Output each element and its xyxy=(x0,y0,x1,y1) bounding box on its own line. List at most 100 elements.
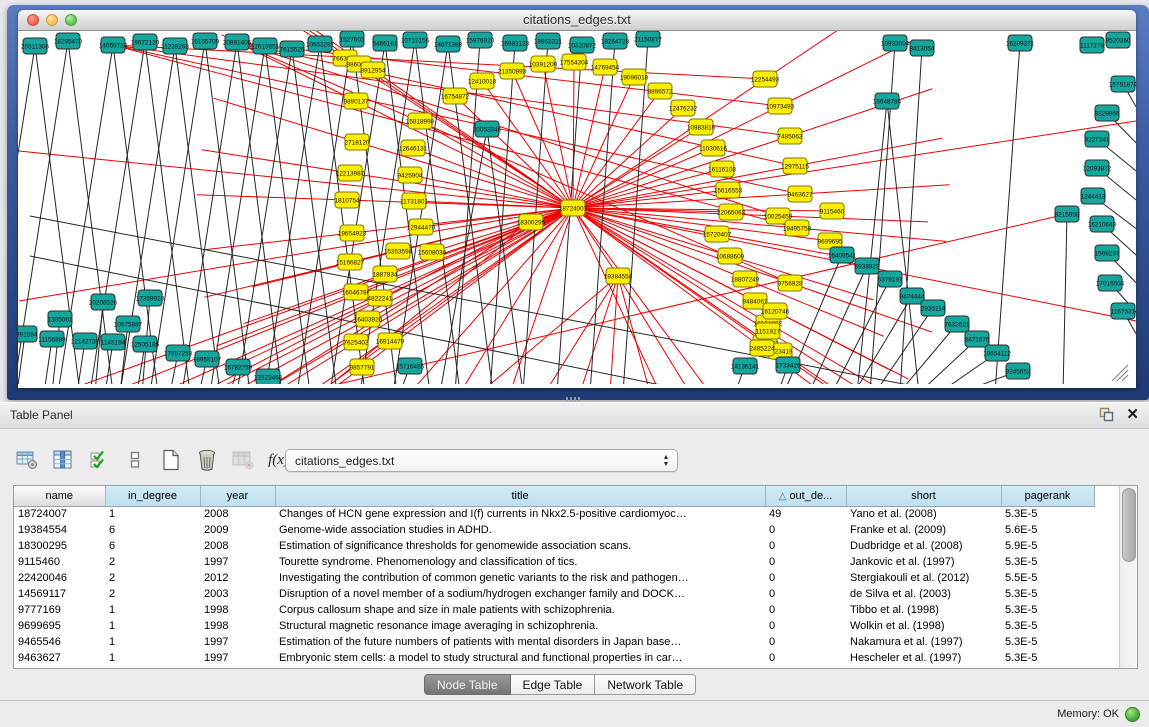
network-edge[interactable] xyxy=(800,185,950,194)
table-cell[interactable]: 5.3E-5 xyxy=(1001,634,1094,650)
network-canvas[interactable]: 2051130618295470140557241967212011239263… xyxy=(18,31,1136,384)
network-node[interactable]: 6379197 xyxy=(878,271,903,287)
network-edge[interactable] xyxy=(573,62,574,208)
table-cell[interactable]: 1 xyxy=(105,650,200,666)
network-node[interactable]: 16958107 xyxy=(193,351,222,367)
network-node[interactable]: 16116108 xyxy=(708,161,736,177)
table-cell[interactable]: 0 xyxy=(765,522,846,538)
table-row[interactable]: 977716911998Corpus callosum shape and si… xyxy=(14,602,1094,618)
network-node[interactable]: 15608034 xyxy=(418,244,447,260)
network-node[interactable]: 10983816 xyxy=(687,119,716,135)
table-cell[interactable]: 0 xyxy=(765,538,846,554)
table-cell[interactable]: 2003 xyxy=(200,586,275,602)
network-node[interactable]: 10973493 xyxy=(766,98,795,114)
network-node[interactable]: 12476232 xyxy=(669,100,698,116)
network-node[interactable]: 1810754 xyxy=(335,192,360,208)
network-node[interactable]: 20511306 xyxy=(21,38,49,54)
network-node[interactable]: 7485063 xyxy=(778,128,803,144)
table-row[interactable]: 1938455462009Genome-wide association stu… xyxy=(14,522,1094,538)
table-cell[interactable]: 14569117 xyxy=(14,586,105,602)
network-edge[interactable] xyxy=(573,194,800,208)
network-edge[interactable] xyxy=(790,89,932,136)
scrollbar-thumb[interactable] xyxy=(1122,488,1136,562)
memory-ok-icon[interactable] xyxy=(1125,707,1140,722)
network-node[interactable]: 1599297 xyxy=(1095,245,1120,261)
network-node[interactable]: 1385061 xyxy=(48,311,73,327)
table-cell[interactable]: 5.3E-5 xyxy=(1001,506,1094,522)
network-node[interactable]: 7615526 xyxy=(280,41,305,57)
table-cell[interactable]: 9777169 xyxy=(14,602,105,618)
table-selector-dropdown[interactable]: citations_edges.txt ▲▼ xyxy=(285,449,678,472)
network-node[interactable]: 18295470 xyxy=(54,33,83,49)
network-node[interactable]: 15818998 xyxy=(406,113,435,129)
table-cell[interactable]: 5.3E-5 xyxy=(1001,618,1094,634)
tab-network-table[interactable]: Network Table xyxy=(595,674,696,695)
table-cell[interactable]: 1 xyxy=(105,618,200,634)
network-node[interactable]: 21150877 xyxy=(634,31,662,47)
table-cell[interactable]: 9463627 xyxy=(14,650,105,666)
network-node[interactable]: 21350993 xyxy=(498,63,527,79)
network-edge[interactable] xyxy=(265,44,320,384)
network-node[interactable]: 16648784 xyxy=(873,93,902,109)
table-cell[interactable]: Yano et al. (2008) xyxy=(846,506,1001,522)
network-node[interactable]: 2935114 xyxy=(921,300,946,316)
network-node[interactable]: 15751874 xyxy=(1109,76,1136,92)
table-cell[interactable]: 0 xyxy=(765,650,846,666)
column-header-pagerank[interactable]: pagerank xyxy=(1001,486,1094,506)
network-node[interactable]: 9520360 xyxy=(1106,32,1131,48)
table-cell[interactable]: Changes of HCN gene expression and I(f) … xyxy=(275,506,765,522)
network-node[interactable]: 15616553 xyxy=(714,182,743,198)
network-node[interactable]: 11030616 xyxy=(699,140,727,156)
network-node[interactable]: 17957253 xyxy=(164,345,193,361)
network-edge[interactable] xyxy=(203,233,352,250)
network-node[interactable]: 6938923 xyxy=(855,258,880,274)
network-edge[interactable] xyxy=(765,31,890,79)
table-cell[interactable]: 5.3E-5 xyxy=(1001,586,1094,602)
table-row[interactable]: 2242004622012Investigating the contribut… xyxy=(14,570,1094,586)
table-cell[interactable]: 6 xyxy=(105,538,200,554)
network-node[interactable]: 19096018 xyxy=(620,69,649,85)
tab-edge-table[interactable]: Edge Table xyxy=(511,674,596,695)
network-node[interactable]: 9890137 xyxy=(344,93,369,109)
table-cell[interactable]: Stergiakouli et al. (2012) xyxy=(846,570,1001,586)
network-node[interactable]: 4822241 xyxy=(368,290,393,306)
network-node[interactable]: 16155709 xyxy=(191,33,220,49)
network-node[interactable]: 9245652 xyxy=(1006,363,1031,379)
network-edge[interactable] xyxy=(175,46,220,384)
network-edge[interactable] xyxy=(573,121,1136,208)
table-cell[interactable]: 1 xyxy=(105,506,200,522)
network-node[interactable]: 16209371 xyxy=(1006,35,1035,51)
unselect-columns-icon[interactable] xyxy=(122,447,147,473)
network-node[interactable]: 20206526 xyxy=(89,294,118,310)
network-node[interactable]: 11731801 xyxy=(400,193,428,209)
network-node[interactable]: 2485224 xyxy=(750,340,775,356)
network-node[interactable]: 18300295 xyxy=(517,214,546,230)
table-cell[interactable]: 1997 xyxy=(200,650,275,666)
table-row[interactable]: 1456911722003Disruption of a novel membe… xyxy=(14,586,1094,602)
network-node[interactable]: 12254493 xyxy=(751,71,780,87)
table-row[interactable]: 946554611997Estimation of the future num… xyxy=(14,634,1094,650)
network-node[interactable]: 8215958 xyxy=(1055,206,1080,222)
table-cell[interactable]: Tourette syndrome. Phenomenology and cla… xyxy=(275,554,765,570)
table-row[interactable]: 1830029562008Estimation of significance … xyxy=(14,538,1094,554)
network-node[interactable]: 9756928 xyxy=(778,275,803,291)
show-column-icon[interactable] xyxy=(50,447,75,473)
network-node[interactable]: 15716485 xyxy=(396,358,425,374)
table-cell[interactable]: 1 xyxy=(105,634,200,650)
table-cell[interactable]: 18724007 xyxy=(14,506,105,522)
network-node[interactable]: 8471676 xyxy=(965,331,990,347)
network-node[interactable]: 1733426 xyxy=(776,357,801,373)
column-header-year[interactable]: year xyxy=(200,486,275,506)
network-node[interactable]: 8912954 xyxy=(361,62,386,78)
network-node[interactable]: 15353594 xyxy=(384,243,413,259)
network-node[interactable]: 20053346 xyxy=(473,121,502,137)
close-panel-icon[interactable]: ✕ xyxy=(1126,407,1139,422)
network-node[interactable]: 22065063 xyxy=(717,204,746,220)
network-node[interactable]: 10653287 xyxy=(306,36,335,52)
network-node[interactable]: 20891406 xyxy=(223,34,252,50)
network-node[interactable]: 15166827 xyxy=(336,254,365,270)
network-edge[interactable] xyxy=(52,319,60,384)
network-edge[interactable] xyxy=(356,101,573,208)
network-edge[interactable] xyxy=(202,150,350,173)
table-cell[interactable]: 2 xyxy=(105,570,200,586)
